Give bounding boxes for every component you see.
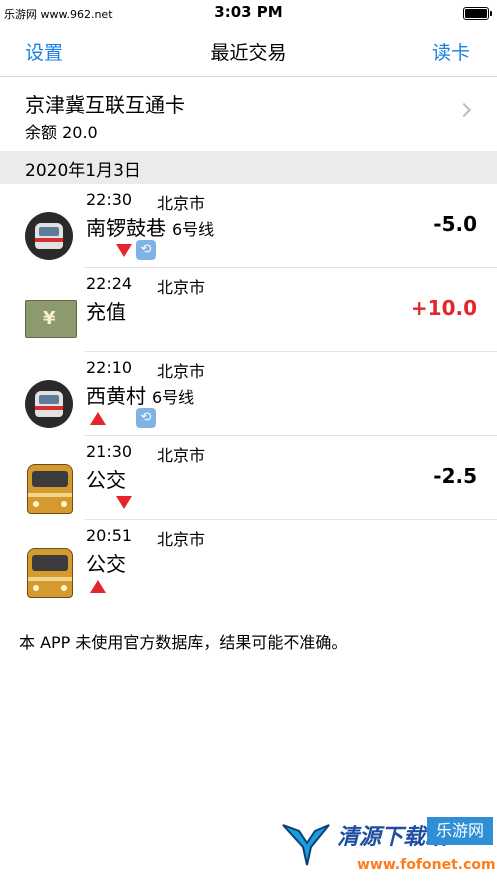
money-icon: ¥ — [25, 300, 77, 338]
transaction-amount: -2.5 — [433, 464, 477, 488]
transaction-time: 22:10 — [86, 358, 133, 377]
transaction-row[interactable]: 22:30 北京市 南锣鼓巷 6号线 -5.0 ⟲ — [0, 184, 497, 268]
watermark-badge: 乐游网 — [427, 817, 493, 845]
nav-bar: 设置 最近交易 读卡 — [0, 28, 497, 77]
battery-icon — [463, 7, 492, 20]
status-bar: 乐游网 www.962.net 3:03 PM — [0, 0, 497, 28]
transaction-place: 公交 — [86, 552, 126, 576]
read-card-button[interactable]: 读卡 — [432, 38, 470, 65]
metro-line: 6号线 — [172, 220, 215, 239]
bus-icon — [27, 464, 73, 514]
metro-icon — [25, 212, 73, 260]
disclaimer-text: 本 APP 未使用官方数据库，结果可能不准确。 — [19, 633, 348, 652]
metro-line: 6号线 — [152, 388, 195, 407]
transaction-city: 北京市 — [157, 446, 206, 465]
transfer-icon: ⟲ — [136, 408, 156, 428]
chevron-right-icon — [456, 102, 472, 118]
entry-arrow-icon — [90, 580, 106, 593]
transaction-amount: +10.0 — [410, 296, 477, 320]
transaction-city: 北京市 — [157, 530, 206, 549]
transfer-icon: ⟲ — [136, 240, 156, 260]
watermark-logo-icon — [282, 824, 330, 866]
card-name: 京津冀互联互通卡 — [25, 93, 185, 117]
status-time: 3:03 PM — [214, 3, 283, 21]
transaction-row[interactable]: 21:30 北京市 公交 -2.5 — [0, 436, 497, 520]
transaction-city: 北京市 — [157, 278, 206, 297]
watermark: 清源下载站 乐游网 www.fofonet.com — [281, 811, 496, 879]
exit-arrow-icon — [116, 496, 132, 509]
transaction-time: 20:51 — [86, 526, 133, 545]
transaction-city: 北京市 — [157, 362, 206, 381]
watermark-url: www.fofonet.com — [357, 857, 496, 873]
transaction-amount: -5.0 — [433, 212, 477, 236]
transaction-time: 22:24 — [86, 274, 133, 293]
transaction-city: 北京市 — [157, 194, 206, 213]
card-summary-row[interactable]: 京津冀互联互通卡 余额 20.0 — [0, 77, 497, 150]
transaction-row[interactable]: ¥ 22:24 北京市 充值 +10.0 — [0, 268, 497, 352]
page-title: 最近交易 — [210, 42, 287, 64]
transaction-place: 公交 — [86, 468, 126, 492]
bus-icon — [27, 548, 73, 598]
section-date: 2020年1月3日 — [25, 161, 141, 181]
metro-icon — [25, 380, 73, 428]
exit-arrow-icon — [116, 244, 132, 257]
card-balance: 余额 20.0 — [25, 123, 98, 142]
transaction-time: 22:30 — [86, 190, 133, 209]
transaction-row[interactable]: 22:10 北京市 西黄村 6号线 ⟲ — [0, 352, 497, 436]
transaction-place: 西黄村 6号线 — [86, 384, 195, 408]
entry-arrow-icon — [90, 412, 106, 425]
date-section-header: 2020年1月3日 — [0, 151, 497, 184]
transaction-time: 21:30 — [86, 442, 133, 461]
transaction-place: 南锣鼓巷 6号线 — [86, 216, 215, 240]
transaction-row[interactable]: 20:51 北京市 公交 — [0, 520, 497, 604]
transaction-place: 充值 — [86, 300, 126, 324]
